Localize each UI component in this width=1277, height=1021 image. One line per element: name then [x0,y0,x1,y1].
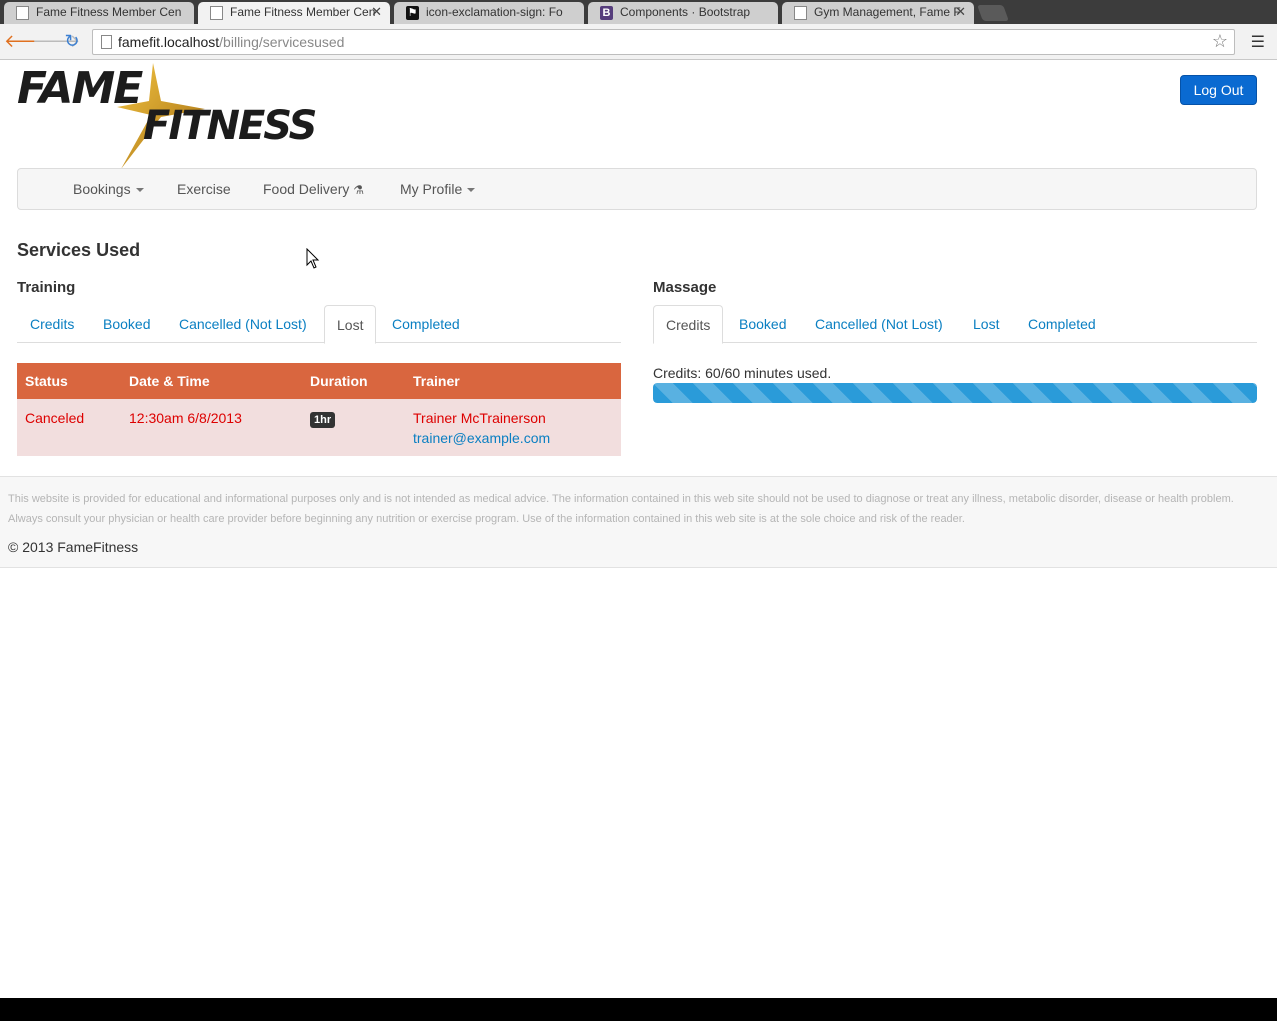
browser-tab-active[interactable]: Fame Fitness Member Cen ✕ [198,2,390,24]
table-header: Status Date & Time Duration Trainer [17,363,621,399]
footer: This website is provided for educational… [0,476,1277,568]
beaker-icon: ⚗ [353,183,365,197]
massage-tab-credits[interactable]: Credits [653,305,724,344]
massage-heading: Massage [653,279,717,296]
document-icon [794,6,807,20]
logo-line-1: FAME [17,63,143,114]
browser-tab-title: Fame Fitness Member Cen [36,5,182,19]
duration-badge: 1hr [310,412,336,428]
footer-disclaimer: This website is provided for educational… [8,493,1234,525]
browser-tab-title: Components · Bootstrap [620,5,751,19]
reload-icon[interactable]: ↻ [61,30,83,52]
browser-tab[interactable]: Fame Fitness Member Cen [4,2,194,24]
column-header-status: Status [25,373,68,389]
browser-tab-title: Fame Fitness Member Cen [230,5,376,19]
progress-fill [653,383,1257,403]
close-icon[interactable]: ✕ [955,4,966,20]
column-header-datetime: Date & Time [129,373,210,389]
new-tab-button[interactable] [977,5,1009,21]
trainer-name: Trainer McTrainerson [413,410,546,426]
training-tab-completed[interactable]: Completed [380,305,472,343]
datetime-cell: 12:30am 6/8/2013 [129,410,242,426]
column-header-trainer: Trainer [413,373,460,389]
back-arrow-icon[interactable]: 🡐 [4,30,52,52]
address-bar[interactable]: famefit.localhost/billing/servicesused ☆ [92,29,1235,55]
training-heading: Training [17,279,76,296]
mouse-cursor-icon [306,248,320,269]
os-taskbar [0,998,1277,1021]
fame-fitness-logo[interactable]: FAME FITNESS [17,63,332,169]
table-row: Canceled 12:30am 6/8/2013 1hr Trainer Mc… [17,399,621,456]
logout-button[interactable]: Log Out [1180,75,1257,105]
status-cell: Canceled [25,410,85,426]
logo-line-2: FITNESS [143,103,317,149]
document-icon [16,6,29,20]
massage-tab-cancelled[interactable]: Cancelled (Not Lost) [803,305,955,343]
training-tab-credits[interactable]: Credits [18,305,86,343]
browser-toolbar: 🡐 🡒 ↻ famefit.localhost/billing/services… [0,24,1277,60]
main-navbar: Bookings Exercise Food Delivery ⚗ My Pro… [17,168,1257,210]
browser-tabstrip: Fame Fitness Member Cen Fame Fitness Mem… [0,0,1277,24]
bootstrap-icon: B [600,6,613,20]
nav-my-profile[interactable]: My Profile [400,181,476,197]
browser-tab-title: icon-exclamation-sign: Fo [426,5,563,19]
caret-down-icon [135,188,144,193]
browser-tab[interactable]: Gym Management, Fame F ✕ [782,2,974,24]
flag-icon: ⚑ [406,6,419,20]
training-tab-booked[interactable]: Booked [91,305,162,343]
duration-cell: 1hr [310,410,336,428]
nav-food-delivery[interactable]: Food Delivery ⚗ [263,181,364,197]
training-table: Status Date & Time Duration Trainer Canc… [17,363,621,456]
training-tab-cancelled[interactable]: Cancelled (Not Lost) [167,305,319,343]
nav-exercise[interactable]: Exercise [177,181,231,197]
browser-tab[interactable]: ⚑ icon-exclamation-sign: Fo [394,2,584,24]
nav-bookings[interactable]: Bookings [73,181,144,197]
bookmark-star-icon[interactable]: ☆ [1212,31,1228,52]
trainer-cell: Trainer McTrainerson trainer@example.com [413,410,550,446]
document-icon [210,6,223,20]
training-tabs: Credits Booked Cancelled (Not Lost) Lost… [17,305,621,344]
hamburger-menu-icon[interactable]: ☰ [1251,32,1265,52]
footer-copyright: © 2013 FameFitness [8,539,139,555]
url-text: famefit.localhost/billing/servicesused [118,34,345,50]
column-header-duration: Duration [310,373,368,389]
massage-tab-completed[interactable]: Completed [1016,305,1108,343]
massage-tabs: Credits Booked Cancelled (Not Lost) Lost… [653,305,1257,344]
trainer-email-link[interactable]: trainer@example.com [413,430,550,446]
massage-tab-lost[interactable]: Lost [961,305,1011,343]
credits-text: Credits: 60/60 minutes used. [653,365,832,381]
credits-progress-bar [653,383,1257,403]
forward-arrow-icon[interactable]: 🡒 [32,30,80,52]
massage-tab-booked[interactable]: Booked [727,305,798,343]
close-icon[interactable]: ✕ [371,4,382,20]
page-icon [101,35,112,49]
page: FAME FITNESS Log Out Bookings Exercise F… [0,60,1277,998]
browser-tab[interactable]: B Components · Bootstrap [588,2,778,24]
browser-tab-title: Gym Management, Fame F [814,5,961,19]
page-title: Services Used [17,240,141,260]
training-tab-lost[interactable]: Lost [324,305,377,344]
caret-down-icon [467,188,476,193]
